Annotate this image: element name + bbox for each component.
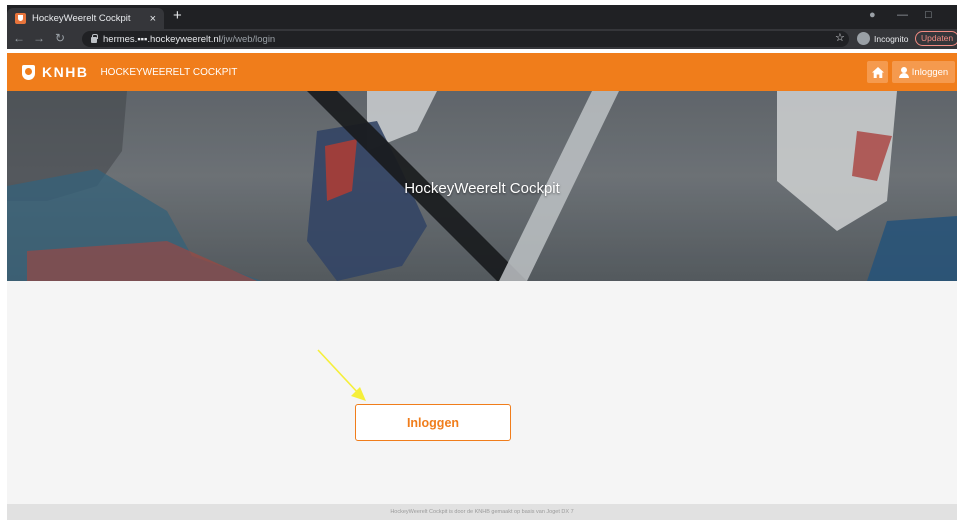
- footer: HockeyWeerelt Cockpit is door de KNHB ge…: [7, 504, 957, 520]
- screenshot-frame: HockeyWeerelt Cockpit × + ● — □ ← → ↻ he…: [0, 0, 957, 520]
- annotation-arrow-icon: [317, 349, 366, 401]
